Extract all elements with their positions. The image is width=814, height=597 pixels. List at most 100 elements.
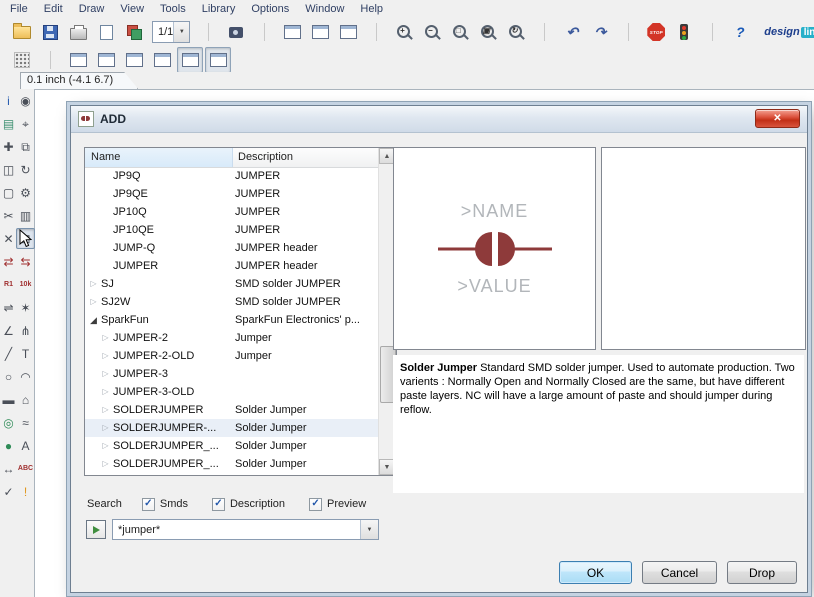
zoom-in-button[interactable]: + [391, 19, 417, 45]
copy-tool[interactable]: ⧉ [16, 136, 35, 157]
use-library-button[interactable] [223, 19, 249, 45]
description-column-header[interactable]: Description [233, 148, 379, 167]
search-filter-combo[interactable]: *jumper* ▼ [112, 519, 379, 540]
add-filter-icon[interactable] [86, 520, 106, 539]
pane-right-button[interactable] [335, 19, 361, 45]
tree-expander-icon[interactable]: ▷◢ [100, 460, 111, 468]
checkbox-box[interactable]: ✓ [142, 498, 155, 511]
pane-left-button[interactable] [279, 19, 305, 45]
pane-layout-6[interactable] [205, 47, 231, 73]
errors-tool[interactable]: ! [16, 481, 35, 502]
zoom-redraw-button[interactable]: ↻ [503, 19, 529, 45]
value-tool[interactable]: 10k [16, 274, 35, 295]
export-button[interactable] [93, 19, 119, 45]
menu-help[interactable]: Help [352, 2, 391, 16]
table-row[interactable]: ▷◢ SOLDERJUMPER-... Solder Jumper [85, 419, 379, 437]
dropdown-arrow-icon[interactable]: ▼ [360, 520, 378, 539]
table-row[interactable]: ▷◢ JUMPER JUMPER header [85, 257, 379, 275]
pane-layout-5[interactable] [177, 47, 203, 73]
show-tool[interactable]: ◉ [16, 90, 35, 111]
drop-button[interactable]: Drop [727, 561, 797, 584]
menu-library[interactable]: Library [194, 2, 244, 16]
checkbox-box[interactable]: ✓ [309, 498, 322, 511]
menu-file[interactable]: File [2, 2, 36, 16]
table-row[interactable]: ▷◢ JP10Q JUMPER [85, 203, 379, 221]
table-row[interactable]: ▷◢ SparkFun SparkFun Electronics' p... [85, 311, 379, 329]
tree-expander-icon[interactable]: ▷◢ [100, 334, 111, 342]
grid-dots-button[interactable] [9, 47, 35, 73]
tree-expander-icon[interactable]: ▷◢ [100, 388, 111, 396]
pane-layout-1[interactable] [65, 47, 91, 73]
table-row[interactable]: ▷◢ JUMPER-2-OLD Jumper [85, 347, 379, 365]
smash-tool[interactable]: ✶ [16, 297, 35, 318]
ok-button[interactable]: OK [559, 561, 632, 584]
pane-layout-3[interactable] [121, 47, 147, 73]
tree-expander-icon[interactable]: ▷◢ [100, 352, 111, 360]
attribute-tool[interactable]: ABC [16, 458, 35, 479]
label-tool[interactable]: A [16, 435, 35, 456]
gateswap-tool[interactable]: ⇆ [16, 251, 35, 272]
table-row[interactable]: ▷◢ SOLDERJUMPER_... Solder Jumper [85, 455, 379, 473]
dropdown-arrow-icon[interactable]: ▼ [173, 22, 189, 42]
table-row[interactable]: ▷◢ SJ SMD solder JUMPER [85, 275, 379, 293]
table-row[interactable]: ▷◢ JUMPER-2 Jumper [85, 329, 379, 347]
table-row[interactable]: ▷◢ JP9QE JUMPER [85, 185, 379, 203]
filter-checkbox[interactable]: ✓ Smds [142, 498, 188, 511]
pane-layout-2[interactable] [93, 47, 119, 73]
rotate-tool[interactable]: ↻ [16, 159, 35, 180]
filter-checkbox[interactable]: ✓ Description [212, 498, 285, 511]
table-row[interactable]: ▷◢ JUMP-Q JUMPER header [85, 239, 379, 257]
table-row[interactable]: ▷◢ SOLDERJUMPER_... Solder Jumper [85, 437, 379, 455]
table-row[interactable]: ▷◢ JP9Q JUMPER [85, 167, 379, 185]
checkbox-box[interactable]: ✓ [212, 498, 225, 511]
table-row[interactable]: ▷◢ JUMPER-3 [85, 365, 379, 383]
tree-expander-icon[interactable]: ▷◢ [100, 442, 111, 450]
toolbar-icon: ? [736, 24, 745, 40]
dialog-titlebar[interactable]: ADD ✕ [71, 106, 807, 133]
zoom-out-button[interactable]: − [419, 19, 445, 45]
paste-tool[interactable]: ▥ [16, 205, 35, 226]
table-row[interactable]: ▷◢ JUMPER-3-OLD [85, 383, 379, 401]
text-tool[interactable]: T [16, 343, 35, 364]
zoom-fit-button[interactable]: □ [447, 19, 473, 45]
pane-both-button[interactable] [307, 19, 333, 45]
change-tool[interactable]: ⚙ [16, 182, 35, 203]
table-row[interactable]: ▷◢ SOLDERJUMPER Solder Jumper [85, 401, 379, 419]
tree-expander-icon[interactable]: ▷◢ [88, 316, 99, 325]
mark-tool[interactable]: ⌖ [16, 113, 35, 134]
layer-select-combo[interactable]: 1/1 ▼ [152, 21, 190, 43]
table-row[interactable]: ▷◢ SJ2W SMD solder JUMPER [85, 293, 379, 311]
zoom-select-button[interactable]: ▣ [475, 19, 501, 45]
pane-layout-4[interactable] [149, 47, 175, 73]
table-row[interactable]: ▷◢ JP10QE JUMPER [85, 221, 379, 239]
redo-button[interactable]: ↷ [587, 19, 613, 45]
undo-button[interactable]: ↶ [559, 19, 585, 45]
stop-button[interactable]: STOP [643, 19, 669, 45]
menu-edit[interactable]: Edit [36, 2, 71, 16]
menu-draw[interactable]: Draw [71, 2, 113, 16]
menu-window[interactable]: Window [297, 2, 352, 16]
save-button[interactable] [37, 19, 63, 45]
open-button[interactable] [9, 19, 35, 45]
polygon-tool[interactable]: ⌂ [16, 389, 35, 410]
tree-expander-icon[interactable]: ▷◢ [88, 280, 99, 288]
tree-expander-icon[interactable]: ▷◢ [100, 424, 111, 432]
name-column-header[interactable]: Name [85, 148, 233, 167]
signal-tool[interactable]: ≈ [16, 412, 35, 433]
arc-tool[interactable]: ◠ [16, 366, 35, 387]
help-button[interactable]: ? [727, 19, 753, 45]
close-button[interactable]: ✕ [755, 109, 800, 128]
print-button[interactable] [65, 19, 91, 45]
split-tool[interactable]: ⋔ [16, 320, 35, 341]
cancel-button[interactable]: Cancel [642, 561, 717, 584]
tree-expander-icon[interactable]: ▷◢ [100, 370, 111, 378]
symbol-value-placeholder: >VALUE [457, 276, 531, 297]
traffic-light-button[interactable] [671, 19, 697, 45]
menu-options[interactable]: Options [243, 2, 297, 16]
tree-expander-icon[interactable]: ▷◢ [88, 298, 99, 306]
tree-expander-icon[interactable]: ▷◢ [100, 406, 111, 414]
menu-view[interactable]: View [112, 2, 152, 16]
filter-checkbox[interactable]: ✓ Preview [309, 498, 366, 511]
layer-settings-button[interactable] [121, 19, 147, 45]
menu-tools[interactable]: Tools [152, 2, 194, 16]
